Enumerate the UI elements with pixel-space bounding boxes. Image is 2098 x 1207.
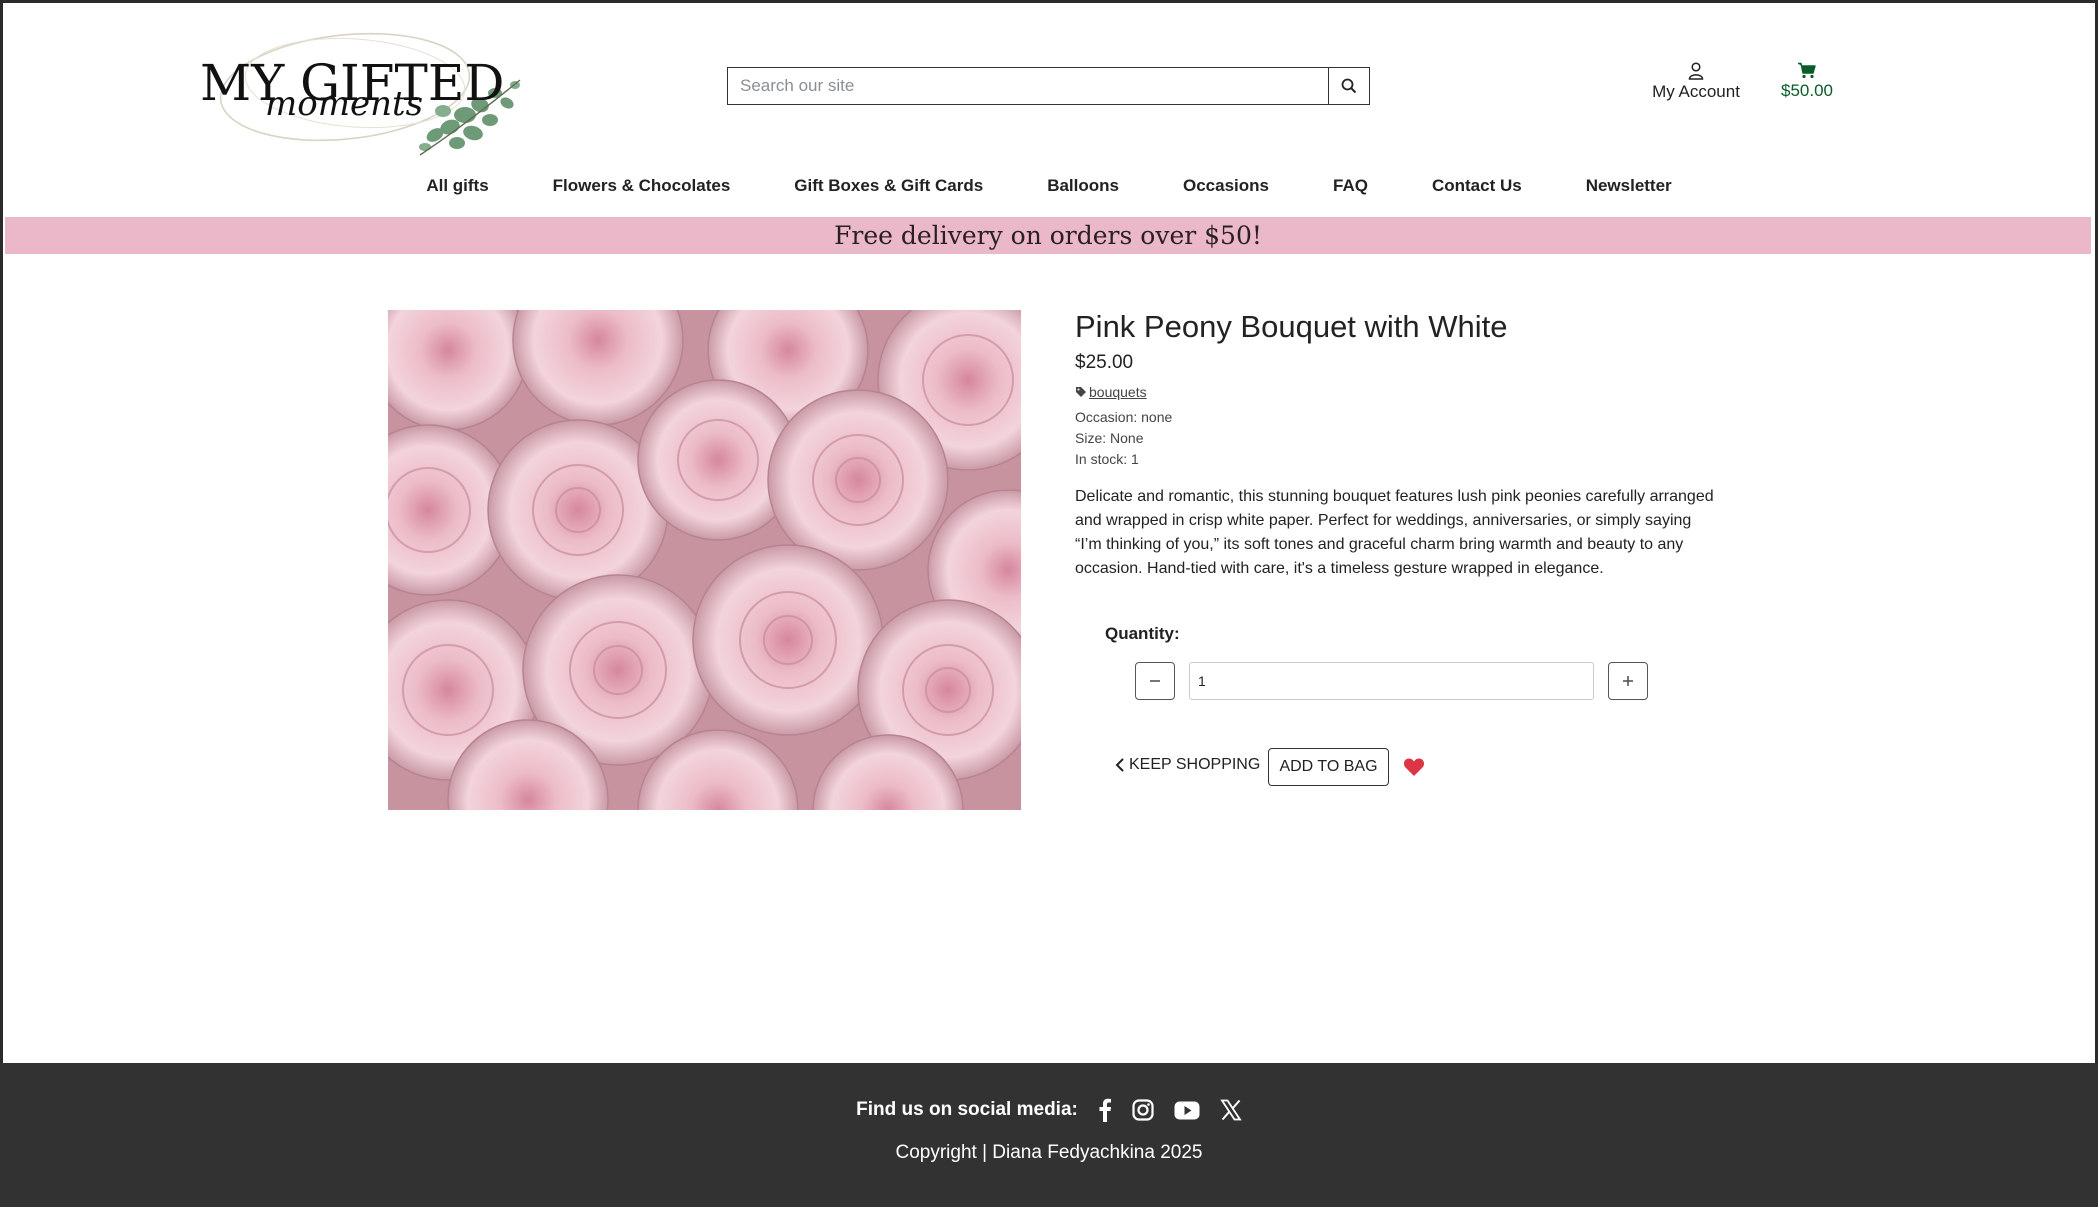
keep-shopping-label: KEEP SHOPPING <box>1129 756 1261 773</box>
nav-flowers-chocolates[interactable]: Flowers & Chocolates <box>521 176 763 196</box>
nav-newsletter[interactable]: Newsletter <box>1554 176 1704 196</box>
product-tag: bouquets <box>1075 384 1147 400</box>
keep-shopping-link[interactable]: KEEP SHOPPING <box>1115 756 1260 774</box>
nav-gift-boxes-gift-cards[interactable]: Gift Boxes & Gift Cards <box>762 176 1015 196</box>
quantity-label: Quantity: <box>1105 624 1180 643</box>
nav-faq[interactable]: FAQ <box>1301 176 1400 196</box>
site-logo[interactable]: MY GIFTED moments <box>195 15 525 165</box>
chevron-left-icon <box>1115 758 1124 772</box>
plus-icon <box>1623 676 1633 686</box>
search-input[interactable] <box>727 67 1328 105</box>
tag-link[interactable]: bouquets <box>1089 384 1147 400</box>
logo-subtitle: moments <box>265 84 423 124</box>
youtube-icon[interactable] <box>1174 1101 1200 1120</box>
nav-balloons[interactable]: Balloons <box>1015 176 1151 196</box>
x-twitter-icon[interactable] <box>1220 1099 1242 1121</box>
wishlist-heart-icon[interactable] <box>1403 757 1425 782</box>
facebook-icon[interactable] <box>1098 1098 1112 1122</box>
product-stock: In stock: 1 <box>1075 451 1139 467</box>
copyright-text: Copyright | Diana Fedyachkina 2025 <box>895 1142 1203 1163</box>
my-account-label: My Account <box>1652 82 1740 101</box>
delivery-banner: Free delivery on orders over $50! <box>5 217 2091 254</box>
product-size: Size: None <box>1075 430 1144 446</box>
quantity-input[interactable] <box>1189 662 1594 700</box>
instagram-icon[interactable] <box>1132 1099 1154 1121</box>
search-icon <box>1341 78 1357 94</box>
user-icon <box>1688 62 1704 80</box>
tag-icon <box>1076 387 1086 397</box>
social-links: Find us on social media: <box>0 1098 2098 1122</box>
product-title: Pink Peony Bouquet with White <box>1075 309 1508 344</box>
main-nav: All gifts Flowers & Chocolates Gift Boxe… <box>0 176 2098 196</box>
product-description: Delicate and romantic, this stunning bou… <box>1075 488 1714 577</box>
nav-contact-us[interactable]: Contact Us <box>1400 176 1554 196</box>
quantity-increment-button[interactable] <box>1608 662 1648 700</box>
nav-all-gifts[interactable]: All gifts <box>394 176 520 196</box>
cart-total: $50.00 <box>1781 81 1833 100</box>
product-occasion: Occasion: none <box>1075 409 1173 425</box>
nav-occasions[interactable]: Occasions <box>1151 176 1301 196</box>
site-footer: Find us on social media: Copyright | Dia… <box>0 1063 2098 1207</box>
my-account-link[interactable]: My Account <box>1640 62 1752 102</box>
search-bar <box>727 67 1370 105</box>
quantity-decrement-button[interactable] <box>1135 662 1175 700</box>
cart-link[interactable]: $50.00 <box>1770 62 1844 101</box>
minus-icon <box>1150 680 1160 682</box>
cart-icon <box>1798 62 1816 79</box>
product-price: $25.00 <box>1075 352 1134 373</box>
social-label: Find us on social media: <box>856 1099 1078 1120</box>
search-button[interactable] <box>1328 67 1370 105</box>
add-to-bag-button[interactable]: ADD TO BAG <box>1268 748 1389 786</box>
product-image <box>388 310 1021 810</box>
